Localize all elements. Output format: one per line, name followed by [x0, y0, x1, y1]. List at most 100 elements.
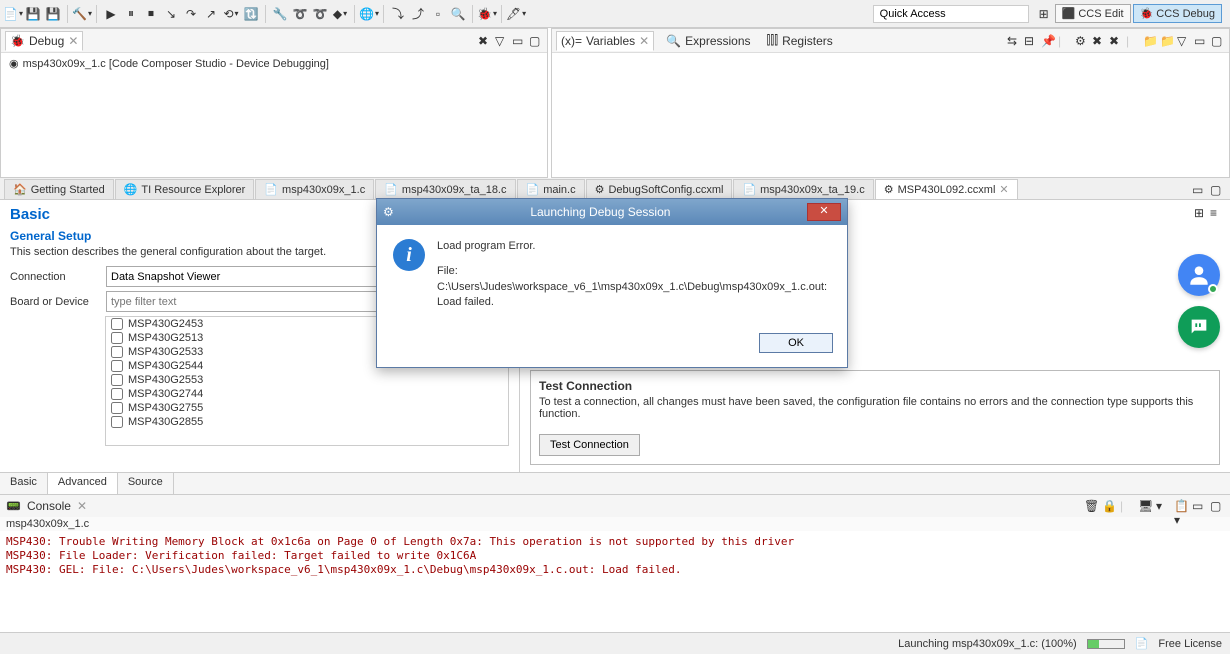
maximize-icon[interactable]: ▢ [529, 34, 543, 48]
clear-icon[interactable]: 🗑 [1084, 499, 1098, 513]
maximize-icon[interactable]: ▢ [1211, 34, 1225, 48]
minimize-icon[interactable]: ▭ [1192, 183, 1206, 197]
device-checkbox[interactable] [111, 388, 123, 400]
arrow-icon[interactable]: ⤵ [389, 5, 407, 23]
save-all-icon[interactable]: 💾 [44, 5, 62, 23]
maximize-icon[interactable]: ▢ [1210, 183, 1224, 197]
folder2-icon[interactable]: 📁 [1160, 34, 1174, 48]
debug-target-item[interactable]: ◉ msp430x09x_1.c [Code Composer Studio -… [9, 57, 539, 70]
lock-icon[interactable]: 🔒 [1102, 499, 1116, 513]
grid-icon[interactable]: ⊞ [1194, 206, 1208, 220]
connection-label: Connection [10, 271, 100, 283]
tool2-icon[interactable]: ➰ [291, 5, 309, 23]
tool3-icon[interactable]: ➰ [311, 5, 329, 23]
highlight-icon[interactable]: 🖋▾ [507, 5, 525, 23]
reset-icon[interactable]: ⟲▾ [222, 5, 240, 23]
save-icon[interactable]: 💾 [24, 5, 42, 23]
sep: | [1120, 499, 1134, 513]
error-dialog: ⚙ Launching Debug Session ✕ i Load progr… [376, 198, 848, 368]
pin-icon[interactable]: 📌 [1041, 34, 1055, 48]
device-checkbox[interactable] [111, 332, 123, 344]
console-output[interactable]: MSP430: Trouble Writing Memory Block at … [0, 531, 1230, 621]
remove-icon[interactable]: ✖ [478, 34, 492, 48]
device-checkbox[interactable] [111, 416, 123, 428]
device-checkbox[interactable] [111, 360, 123, 372]
tab-advanced[interactable]: Advanced [48, 473, 118, 494]
expressions-label: Expressions [685, 34, 750, 48]
close-icon[interactable]: ✕ [999, 183, 1008, 196]
step-over-icon[interactable]: ↷ [182, 5, 200, 23]
tab-file5[interactable]: 📄 msp430x09x_ta_19.c [733, 179, 873, 199]
profile-button[interactable] [1178, 254, 1220, 296]
console-select-icon[interactable]: 📋▾ [1174, 499, 1188, 513]
refresh-icon[interactable]: 🔃 [242, 5, 260, 23]
list-icon[interactable]: ≡ [1210, 206, 1224, 220]
test-connection-button[interactable]: Test Connection [539, 434, 640, 456]
hammer-icon[interactable]: 🔨▾ [73, 5, 91, 23]
x-icon[interactable]: ✖ [1092, 34, 1106, 48]
tab-file2[interactable]: 📄 msp430x09x_ta_18.c [375, 179, 515, 199]
tab-file3[interactable]: 📄 main.c [517, 179, 585, 199]
minimize-icon[interactable]: ▭ [1194, 34, 1208, 48]
registers-tab[interactable]: ⫿⫿⫿ Registers [763, 31, 837, 50]
menu-icon[interactable]: ▽ [495, 34, 509, 48]
tree-icon[interactable]: ⇆ [1007, 34, 1021, 48]
tool4-icon[interactable]: ◆▾ [331, 5, 349, 23]
tab-ti-resource[interactable]: 🌐 TI Resource Explorer [115, 179, 255, 199]
dialog-close-button[interactable]: ✕ [807, 203, 841, 221]
tool-icon[interactable]: 🔧 [271, 5, 289, 23]
ok-button[interactable]: OK [759, 333, 833, 353]
close-icon[interactable]: ✕ [68, 34, 78, 48]
list-item[interactable]: MSP430G2744 [106, 387, 508, 401]
globe-icon[interactable]: 🌐▾ [360, 5, 378, 23]
arrow2-icon[interactable]: ⤴ [409, 5, 427, 23]
maximize-icon[interactable]: ▢ [1210, 499, 1224, 513]
tab-file4[interactable]: ⚙ DebugSoftConfig.ccxml [586, 179, 733, 199]
sep: | [1058, 34, 1072, 48]
list-item[interactable]: MSP430G2553 [106, 373, 508, 387]
tab-source[interactable]: Source [118, 473, 174, 494]
open-perspective-icon[interactable]: ⊞ [1035, 5, 1053, 23]
display-icon[interactable]: 🖥 [1138, 499, 1152, 513]
minimize-icon[interactable]: ▭ [512, 34, 526, 48]
search-icon[interactable]: 🔍 [449, 5, 467, 23]
step-return-icon[interactable]: ↗ [202, 5, 220, 23]
tab-file1[interactable]: 📄 msp430x09x_1.c [255, 179, 374, 199]
folder-icon[interactable]: 📁 [1143, 34, 1157, 48]
variables-tab[interactable]: (x)= Variables ✕ [556, 31, 654, 51]
tab-basic[interactable]: Basic [0, 473, 48, 494]
stop-icon[interactable]: ⏹ [142, 5, 160, 23]
expressions-tab[interactable]: 🔍 Expressions [662, 32, 754, 50]
pause-icon[interactable]: ⏸ [122, 5, 140, 23]
new-icon[interactable]: 📄▾ [4, 5, 22, 23]
device-checkbox[interactable] [111, 374, 123, 386]
edit-icon: ⬛ [1062, 7, 1076, 20]
chat-button[interactable] [1178, 306, 1220, 348]
debug-tab[interactable]: 🐞 Debug ✕ [5, 31, 83, 51]
status-launching: Launching msp430x09x_1.c: (100%) [898, 638, 1077, 650]
filter-icon[interactable]: ⚙ [1075, 34, 1089, 48]
list-item[interactable]: MSP430G2855 [106, 415, 508, 429]
resume-icon[interactable]: ▶ [102, 5, 120, 23]
close-icon[interactable]: ✕ [77, 499, 87, 513]
tab-active-ccxml[interactable]: ⚙ MSP430L092.ccxml ✕ [875, 179, 1018, 199]
doc-icon[interactable]: 📄 [1135, 637, 1149, 650]
device-checkbox[interactable] [111, 318, 123, 330]
device-checkbox[interactable] [111, 402, 123, 414]
minimize-icon[interactable]: ▭ [1192, 499, 1206, 513]
quick-access-input[interactable] [873, 5, 1029, 23]
variables-view: (x)= Variables ✕ 🔍 Expressions ⫿⫿⫿ Regis… [551, 28, 1230, 178]
step-into-icon[interactable]: ↘ [162, 5, 180, 23]
debug-icon[interactable]: 🐞▾ [478, 5, 496, 23]
collapse-icon[interactable]: ⊟ [1024, 34, 1038, 48]
dropdown-icon[interactable]: ▾ [1156, 499, 1170, 513]
device-checkbox[interactable] [111, 346, 123, 358]
xx-icon[interactable]: ✖ [1109, 34, 1123, 48]
menu-icon[interactable]: ▽ [1177, 34, 1191, 48]
ccs-edit-perspective[interactable]: ⬛ CCS Edit [1055, 4, 1131, 23]
list-item[interactable]: MSP430G2755 [106, 401, 508, 415]
box-icon[interactable]: ▫ [429, 5, 447, 23]
close-icon[interactable]: ✕ [639, 34, 649, 48]
ccs-debug-perspective[interactable]: 🐞 CCS Debug [1133, 4, 1222, 23]
tab-getting-started[interactable]: 🏠 Getting Started [4, 179, 114, 199]
